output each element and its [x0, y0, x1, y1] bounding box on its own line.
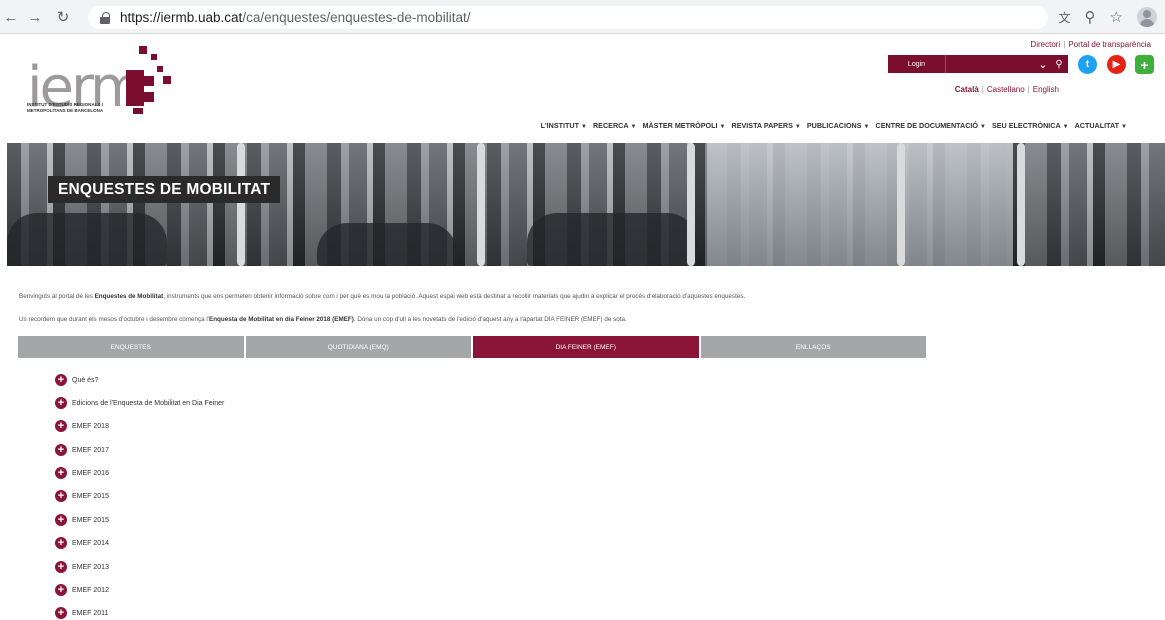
- profile-avatar-icon[interactable]: [1137, 7, 1157, 27]
- search-icon[interactable]: ⚲: [1050, 59, 1068, 70]
- directori-link[interactable]: Directori: [1030, 40, 1060, 49]
- banner-seat: [317, 223, 457, 266]
- login-search-bar: Login ⌄ ⚲: [888, 55, 1068, 73]
- caret-down-icon: ▼: [719, 124, 726, 130]
- nav-item[interactable]: SEU ELECTRÒNICA ▼: [992, 121, 1069, 130]
- lang-castellano[interactable]: Castellano: [987, 85, 1025, 94]
- lang-english[interactable]: English: [1033, 85, 1059, 94]
- accordion-item[interactable]: + EMEF 2012: [55, 584, 109, 596]
- section-tabs: ENQUESTES QUOTIDIANA (EMQ) DIA FEINER (E…: [18, 336, 926, 358]
- accordion-item[interactable]: + EMEF 2015: [55, 490, 109, 502]
- lock-icon: [100, 11, 112, 24]
- tab-enquestes[interactable]: ENQUESTES: [18, 336, 244, 358]
- accordion-item[interactable]: + EMEF 2015: [55, 514, 109, 526]
- accordion-item[interactable]: + EMEF 2017: [55, 444, 109, 456]
- language-selector: Català | Castellano | English: [954, 85, 1059, 94]
- bookmark-star-icon[interactable]: ☆: [1110, 8, 1123, 26]
- plus-circle-icon: +: [55, 514, 67, 526]
- accordion-item[interactable]: + Edicions de l'Enquesta de Mobilitat en …: [55, 397, 224, 409]
- logo-pixel: [157, 66, 163, 72]
- plus-circle-icon: +: [55, 420, 67, 432]
- login-button[interactable]: Login: [888, 55, 946, 73]
- address-bar[interactable]: https://iermb.uab.cat/ca/enquestes/enque…: [88, 6, 1048, 29]
- nav-item[interactable]: L'INSTITUT ▼: [541, 121, 587, 130]
- url-host: https://iermb.uab.cat: [120, 10, 243, 25]
- banner-pole: [237, 143, 245, 266]
- nav-item[interactable]: CENTRE DE DOCUMENTACIÓ ▼: [876, 121, 986, 130]
- add-plus-icon[interactable]: +: [1135, 55, 1154, 74]
- iermb-logo[interactable]: ierm INSTITUT D'ESTUDIS REGIONALS I METR…: [27, 46, 177, 126]
- accordion-item[interactable]: + Què és?: [55, 374, 98, 386]
- logo-pixel: [163, 76, 171, 84]
- intro-paragraph: Benvinguts al portal de les Enquestes de…: [19, 293, 746, 300]
- accordion-item[interactable]: + EMEF 2013: [55, 561, 109, 573]
- logo-subtitle: INSTITUT D'ESTUDIS REGIONALS I METROPOLI…: [27, 102, 104, 113]
- caret-down-icon: ▼: [863, 124, 870, 130]
- plus-circle-icon: +: [55, 467, 67, 479]
- browser-toolbar: ← → ↻ https://iermb.uab.cat/ca/enquestes…: [0, 0, 1165, 34]
- plus-circle-icon: +: [55, 444, 67, 456]
- logo-pixel: [144, 92, 154, 102]
- banner-window: [707, 143, 1007, 266]
- tab-quotidiana[interactable]: QUOTIDIANA (EMQ): [245, 336, 471, 358]
- caret-down-icon: ▼: [1062, 124, 1069, 130]
- caret-down-icon: ▼: [1121, 124, 1127, 130]
- banner-seat: [7, 213, 167, 266]
- plus-circle-icon: +: [55, 537, 67, 549]
- tab-dia-feiner[interactable]: DIA FEINER (EMEF): [473, 336, 699, 358]
- chevron-down-icon[interactable]: ⌄: [1036, 58, 1050, 71]
- caret-down-icon: ▼: [581, 124, 587, 130]
- nav-item[interactable]: REVISTA PAPERS ▼: [732, 121, 801, 130]
- plus-circle-icon: +: [55, 607, 67, 619]
- caret-down-icon: ▼: [630, 124, 637, 130]
- lang-catala[interactable]: Català: [955, 85, 979, 94]
- banner-image: [7, 143, 1165, 266]
- plus-circle-icon: +: [55, 561, 67, 573]
- nav-item[interactable]: PUBLICACIONS ▼: [807, 121, 870, 130]
- search-input[interactable]: [946, 55, 1036, 73]
- main-navigation: L'INSTITUT ▼ RECERCA ▼ MÀSTER METRÒPOLI ▼ R…: [541, 121, 1127, 130]
- accordion-item[interactable]: + EMEF 2014: [55, 537, 109, 549]
- forward-icon[interactable]: →: [24, 6, 46, 28]
- plus-circle-icon: +: [55, 490, 67, 502]
- top-links: Directori | Portal de transparència: [1030, 40, 1151, 49]
- accordion-item[interactable]: + EMEF 2016: [55, 467, 109, 479]
- back-icon[interactable]: ←: [0, 6, 22, 28]
- plus-circle-icon: +: [55, 584, 67, 596]
- page-title: ENQUESTES DE MOBILITAT: [48, 176, 281, 203]
- accordion-item[interactable]: + EMEF 2018: [55, 420, 109, 432]
- url-path: /ca/enquestes/enquestes-de-mobilitat/: [242, 10, 471, 25]
- caret-down-icon: ▼: [794, 124, 801, 130]
- logo-pixel: [144, 76, 154, 86]
- banner-seat: [527, 213, 697, 266]
- logo-b-shape: [126, 70, 144, 106]
- reload-icon[interactable]: ↻: [52, 6, 74, 28]
- caret-down-icon: ▼: [980, 124, 986, 130]
- youtube-icon[interactable]: ▶: [1107, 55, 1126, 74]
- banner-pole: [477, 143, 485, 266]
- plus-circle-icon: +: [55, 397, 67, 409]
- banner-pole: [897, 143, 905, 266]
- nav-item[interactable]: ACTUALITAT ▼: [1075, 121, 1127, 130]
- banner-pole: [1017, 143, 1025, 266]
- banner-pole: [687, 143, 695, 266]
- plus-circle-icon: +: [55, 374, 67, 386]
- transparencia-link[interactable]: Portal de transparència: [1068, 40, 1151, 49]
- twitter-icon[interactable]: t: [1078, 55, 1097, 74]
- translate-icon[interactable]: 文: [1059, 9, 1071, 26]
- nav-item[interactable]: MÀSTER METRÒPOLI ▼: [642, 121, 725, 130]
- zoom-icon[interactable]: ⚲: [1085, 8, 1096, 26]
- logo-pixel: [133, 108, 143, 114]
- nav-item[interactable]: RECERCA ▼: [593, 121, 637, 130]
- logo-pixel: [151, 54, 157, 60]
- tab-enllacos[interactable]: ENLLAÇOS: [700, 336, 926, 358]
- logo-pixel: [139, 46, 147, 54]
- notice-paragraph: Us recordem que durant els mesos d'octub…: [19, 316, 627, 323]
- accordion-item[interactable]: + EMEF 2011: [55, 607, 108, 619]
